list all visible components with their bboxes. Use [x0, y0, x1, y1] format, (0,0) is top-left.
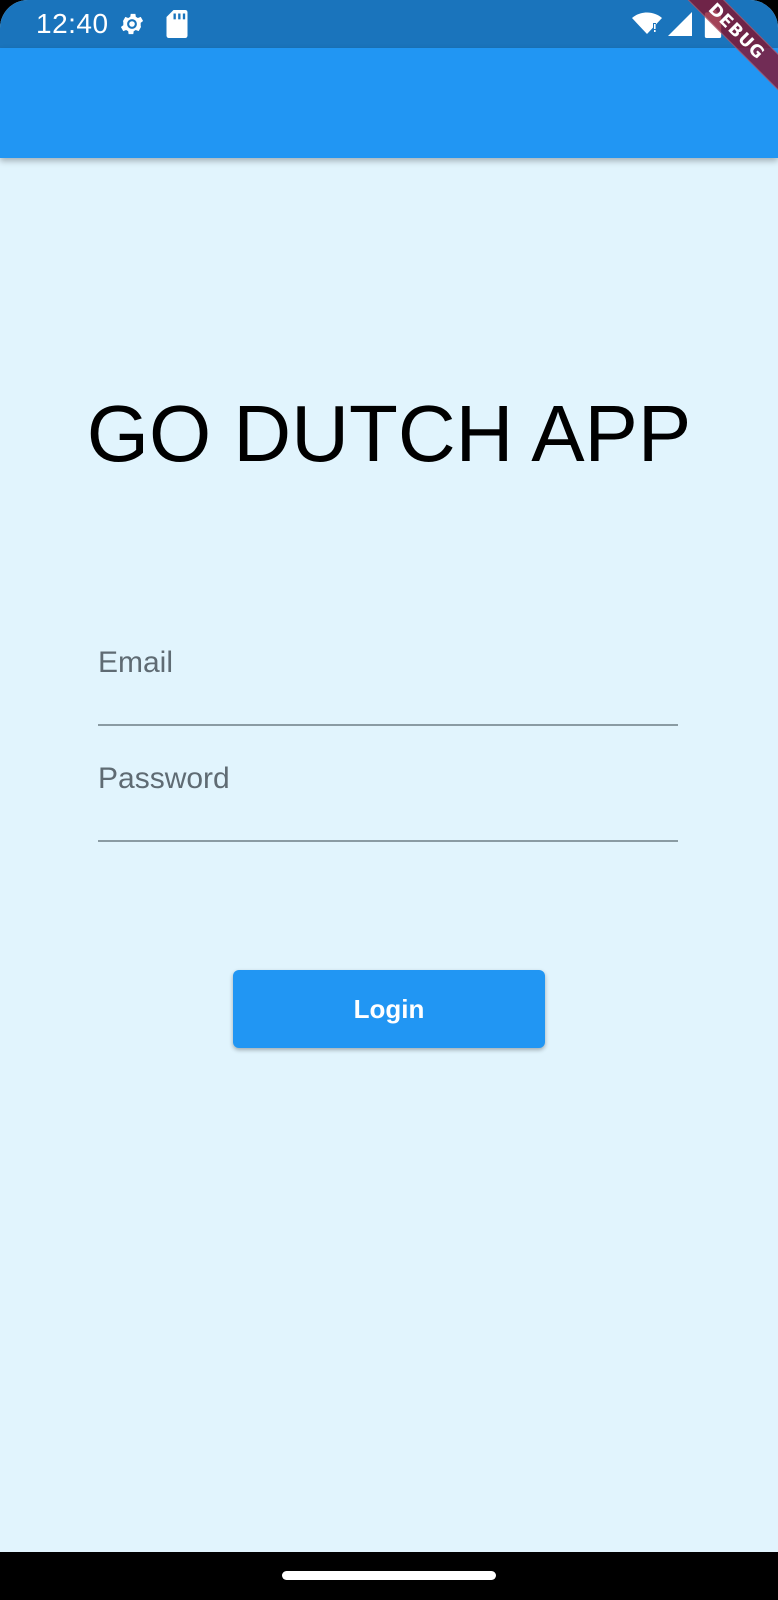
password-field[interactable]: Password: [98, 762, 678, 842]
signal-icon: [668, 12, 692, 36]
status-bar: 12:40: [0, 0, 778, 48]
password-input[interactable]: [98, 774, 678, 834]
email-input[interactable]: [98, 658, 678, 718]
home-gesture-handle[interactable]: [282, 1571, 496, 1580]
wifi-icon: [632, 12, 662, 34]
email-field[interactable]: Email: [98, 646, 678, 726]
login-button[interactable]: Login: [233, 970, 545, 1048]
app-bar: [0, 48, 778, 158]
status-time: 12:40: [36, 8, 109, 39]
screen: 12:40 DEBUG GO DUTCH APP Email Password …: [0, 0, 778, 1600]
app-title: GO DUTCH APP: [86, 389, 692, 478]
sd-card-icon: [166, 10, 188, 38]
gear-icon: [120, 13, 144, 35]
